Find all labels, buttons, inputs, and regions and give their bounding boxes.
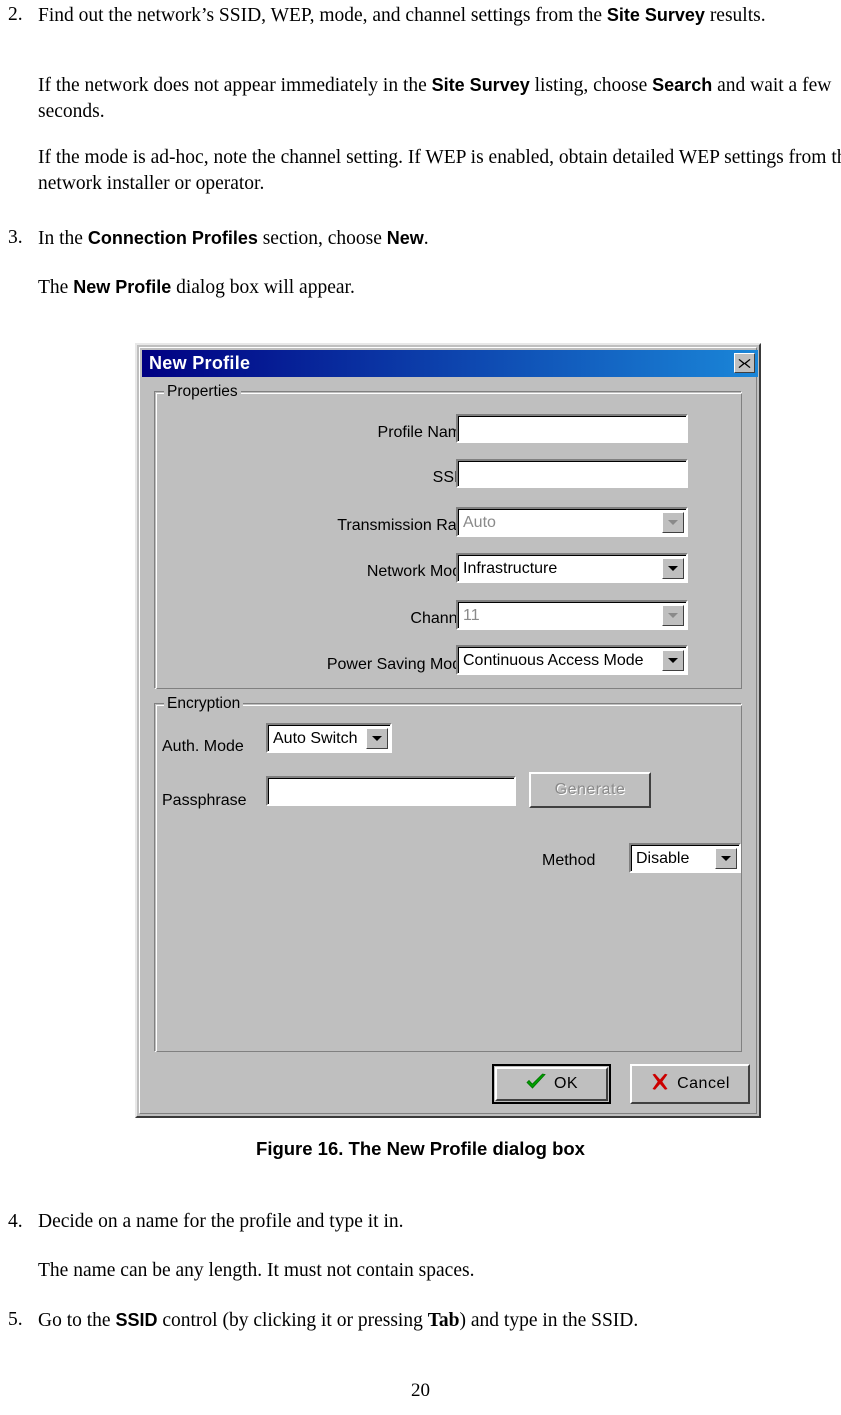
passphrase-input-value (268, 778, 514, 804)
adhoc-note: If the mode is ad-hoc, note the channel … (38, 147, 841, 194)
channel-combo-inner: 11 (458, 602, 686, 628)
chevron-down-icon[interactable] (715, 848, 737, 869)
dialog-title: New Profile (149, 353, 251, 373)
chevron-down-icon[interactable] (662, 650, 684, 671)
transmission-rate-value: Auto (463, 513, 496, 531)
chevron-down-icon[interactable] (662, 605, 684, 626)
method-value: Disable (636, 849, 690, 867)
method-combo[interactable]: Disable (629, 843, 741, 873)
figure-caption: Figure 16. The New Profile dialog box (256, 1138, 585, 1159)
auth-mode-label: Auth. Mode (162, 738, 244, 755)
transmission-rate-label: Transmission Rate (337, 517, 470, 534)
profile-name-label: Profile Name (377, 424, 470, 441)
method-combo-inner: Disable (631, 845, 739, 871)
dialog-client-area: New Profile Properties Profile Name SSID… (139, 347, 758, 1114)
network-mode-combo-inner: Infrastructure (458, 555, 686, 581)
close-icon[interactable] (734, 353, 755, 373)
step-4: 4. Decide on a name for the profile and … (0, 1209, 841, 1235)
ok-button-label: OK (553, 1075, 579, 1092)
auth-mode-value: Auto Switch (273, 729, 358, 747)
channel-value: 11 (463, 606, 480, 624)
new-profile-dialog: New Profile Properties Profile Name SSID… (135, 343, 761, 1118)
ssid-input[interactable] (456, 459, 688, 488)
power-saving-mode-value: Continuous Access Mode (463, 651, 644, 669)
dialog-titlebar[interactable]: New Profile (142, 350, 758, 377)
step-2-text: Find out the network’s SSID, WEP, mode, … (38, 5, 766, 26)
network-mode-value: Infrastructure (463, 559, 558, 577)
dialog-appear-note: The New Profile dialog box will appear. (38, 277, 355, 298)
power-saving-mode-combo-inner: Continuous Access Mode (458, 647, 686, 673)
chevron-down-icon[interactable] (662, 512, 684, 533)
power-saving-mode-combo[interactable]: Continuous Access Mode (456, 645, 688, 675)
generate-button-label: Generate (554, 781, 626, 798)
step-3: 3. In the Connection Profiles section, c… (0, 225, 841, 252)
name-length-note: The name can be any length. It must not … (38, 1260, 475, 1281)
step-4-text: Decide on a name for the profile and typ… (38, 1211, 404, 1232)
step-3-number: 3. (8, 227, 23, 248)
profile-name-input-value (458, 416, 686, 441)
step-5-text: Go to the SSID control (by clicking it o… (38, 1310, 639, 1331)
channel-label: Channel (410, 610, 470, 627)
step-2: 2. Find out the network’s SSID, WEP, mod… (0, 2, 841, 29)
encryption-group-title: Encryption (164, 695, 244, 713)
auth-mode-combo-inner: Auto Switch (268, 725, 390, 751)
network-mode-combo[interactable]: Infrastructure (456, 553, 688, 583)
ok-button-face: OK (495, 1067, 608, 1101)
transmission-rate-combo[interactable]: Auto (456, 507, 688, 537)
network-mode-label: Network Mode (366, 563, 470, 580)
generate-button[interactable]: Generate (529, 772, 651, 808)
chevron-down-icon[interactable] (662, 558, 684, 579)
site-survey-note: If the network does not appear immediate… (38, 75, 832, 122)
step-2-number: 2. (8, 4, 23, 25)
step-5: 5. Go to the SSID control (by clicking i… (0, 1307, 841, 1334)
ssid-label: SSID (432, 469, 470, 486)
step-3-text: In the Connection Profiles section, choo… (38, 228, 429, 249)
channel-combo[interactable]: 11 (456, 600, 688, 630)
ok-button[interactable]: OK (492, 1064, 611, 1104)
x-icon (650, 1073, 670, 1096)
step-4-number: 4. (8, 1211, 23, 1232)
ssid-input-value (458, 461, 686, 486)
properties-group-title: Properties (164, 383, 241, 401)
step-5-number: 5. (8, 1309, 23, 1330)
method-label: Method (542, 852, 596, 869)
passphrase-input[interactable] (266, 776, 516, 806)
chevron-down-icon[interactable] (366, 728, 388, 749)
power-saving-mode-label: Power Saving Mode (326, 656, 470, 673)
cancel-button-label: Cancel (677, 1075, 730, 1092)
passphrase-label: Passphrase (162, 792, 247, 809)
cancel-button[interactable]: Cancel (630, 1064, 750, 1104)
transmission-rate-combo-inner: Auto (458, 509, 686, 535)
page-number: 20 (411, 1380, 430, 1401)
check-icon (525, 1073, 547, 1096)
profile-name-input[interactable] (456, 414, 688, 443)
auth-mode-combo[interactable]: Auto Switch (266, 723, 392, 753)
